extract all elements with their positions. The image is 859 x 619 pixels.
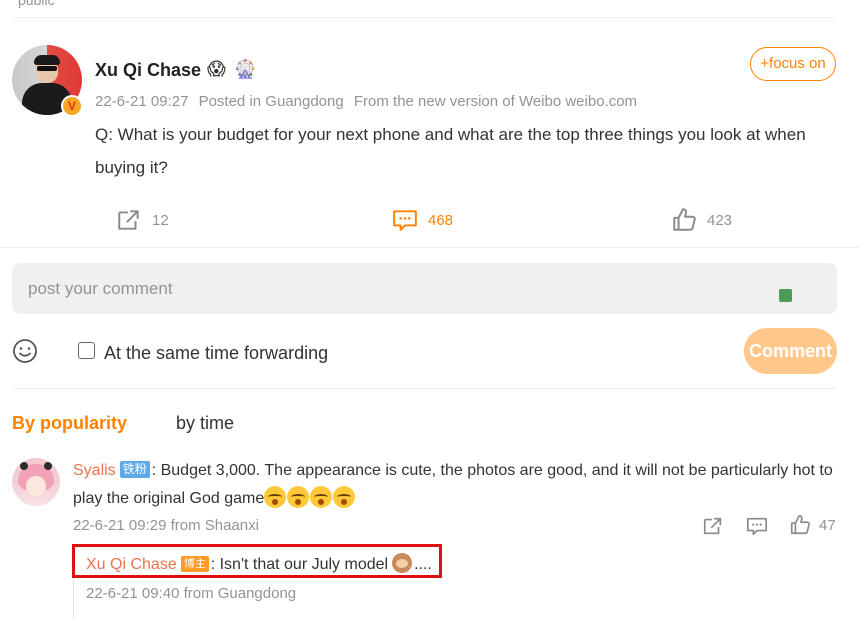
scream-emoji-icon: 😱 — [207, 59, 226, 79]
divider — [0, 247, 859, 248]
like-count: 423 — [707, 211, 733, 229]
crying-emoji-icon — [264, 486, 287, 508]
like-button[interactable]: 423 — [671, 207, 732, 233]
thumbs-up-icon — [790, 515, 810, 535]
comment-icon — [393, 210, 417, 231]
forward-count: 12 — [152, 211, 169, 229]
submit-comment-button[interactable]: Comment — [744, 328, 837, 374]
comment-input[interactable] — [12, 263, 837, 314]
reply-text: : Isn't that our July model — [210, 556, 389, 573]
commenter-avatar[interactable] — [12, 458, 60, 506]
comment-like-count: 47 — [819, 516, 836, 534]
comment-reply-icon[interactable] — [746, 515, 768, 537]
reply-meta: 22-6-21 09:40 from Guangdong — [86, 585, 297, 602]
divider — [12, 17, 836, 18]
crying-emoji-icon — [310, 486, 333, 508]
comment-share-icon[interactable] — [702, 515, 724, 537]
comment-count-button[interactable]: 468 — [392, 207, 453, 233]
comment-meta: 22-6-21 09:29 from Shaanxi — [73, 517, 259, 534]
thumbs-up-icon — [673, 208, 696, 231]
post-source[interactable]: From the new version of Weibo weibo.com — [354, 93, 637, 110]
share-icon — [118, 210, 139, 230]
forward-button[interactable]: 12 — [116, 207, 169, 233]
tab-by-time[interactable]: by time — [176, 413, 234, 434]
follow-button[interactable]: +focus on — [750, 47, 836, 81]
tab-by-popularity[interactable]: By popularity — [12, 413, 127, 434]
post-date[interactable]: 22-6-21 09:27 — [95, 93, 188, 110]
post-meta: 22-6-21 09:27 Posted in Guangdong From t… — [95, 93, 643, 110]
reply-suffix: .... — [414, 556, 432, 573]
author-name[interactable]: Xu Qi Chase — [95, 60, 201, 81]
input-status-indicator — [779, 289, 792, 302]
fan-badge: 铁粉 — [119, 461, 150, 478]
host-badge: 博主 — [180, 556, 209, 572]
reply-author-name[interactable]: Xu Qi Chase — [86, 556, 177, 573]
ferris-wheel-emoji-icon: 🎡 — [234, 59, 257, 79]
crying-emoji-icon — [333, 486, 356, 508]
comment-text: : Budget 3,000. The appearance is cute, … — [73, 462, 833, 507]
comment-count: 468 — [428, 211, 454, 229]
reply-body: Xu Qi Chase 博主: Isn't that our July model… — [86, 553, 432, 574]
monkey-emoji-icon — [392, 553, 413, 573]
forward-checkbox-label[interactable]: At the same time forwarding — [104, 343, 328, 364]
post-location: Posted in Guangdong — [198, 93, 344, 110]
crying-emoji-icon — [287, 486, 310, 508]
verified-badge-icon: V — [61, 95, 83, 117]
comment-like-button[interactable]: 47 — [789, 514, 836, 536]
comment-body: Syalis 铁粉: Budget 3,000. The appearance i… — [73, 457, 841, 513]
divider — [12, 388, 837, 389]
post-body: Q: What is your budget for your next pho… — [95, 125, 806, 177]
forward-checkbox[interactable] — [78, 342, 95, 359]
emoji-picker-icon[interactable] — [12, 338, 38, 364]
previous-post-fragment: public — [18, 0, 55, 8]
commenter-name[interactable]: Syalis — [73, 462, 116, 479]
